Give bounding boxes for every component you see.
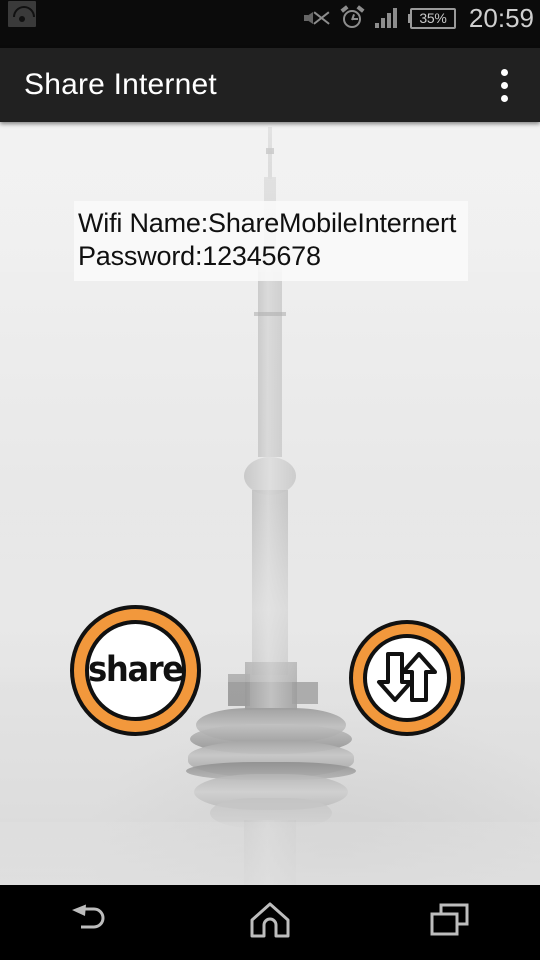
- overflow-dot-icon: [500, 68, 508, 76]
- phone-screen: Wifi Name:ShareMobileInternert Password:…: [0, 0, 540, 960]
- up-down-arrows-icon: [376, 652, 438, 704]
- fog-overlay-bottom: [0, 822, 540, 885]
- back-arrow-icon: [68, 903, 112, 942]
- battery-percent-label: 35%: [419, 10, 447, 26]
- status-bar-left-icons: [8, 1, 36, 27]
- app-content-area: Wifi Name:ShareMobileInternert Password:…: [0, 122, 540, 885]
- status-bar-clock: 20:59: [468, 3, 534, 33]
- home-icon: [249, 901, 291, 944]
- share-button-face: share: [85, 620, 186, 721]
- overflow-dot-icon: [500, 94, 508, 102]
- data-transfer-button-face: [363, 634, 451, 722]
- overflow-dot-icon: [500, 81, 508, 89]
- overflow-menu-button[interactable]: [482, 59, 526, 111]
- status-bar: 35% 20:59: [0, 0, 540, 48]
- status-bar-right-icons: 35% 20:59: [303, 0, 534, 36]
- system-navigation-bar: [0, 885, 540, 960]
- battery-icon: 35%: [407, 7, 456, 29]
- app-bar: Share Internet: [0, 48, 540, 122]
- data-transfer-button[interactable]: [349, 620, 465, 736]
- wifi-credentials-box: Wifi Name:ShareMobileInternert Password:…: [74, 201, 468, 281]
- wifi-tether-icon: [8, 1, 36, 27]
- nav-back-button[interactable]: [0, 885, 180, 960]
- alarm-clock-icon: [340, 4, 365, 30]
- share-button[interactable]: share: [70, 605, 201, 736]
- share-button-label: share: [88, 650, 184, 690]
- recents-icon: [429, 902, 471, 943]
- nav-recents-button[interactable]: [360, 885, 540, 960]
- nav-home-button[interactable]: [180, 885, 360, 960]
- wifi-password-text: Password:12345678: [78, 240, 321, 271]
- signal-bars-icon: [374, 8, 399, 28]
- volume-mute-icon: [303, 7, 330, 29]
- wifi-name-text: Wifi Name:ShareMobileInternert: [78, 208, 457, 238]
- page-title: Share Internet: [24, 68, 217, 101]
